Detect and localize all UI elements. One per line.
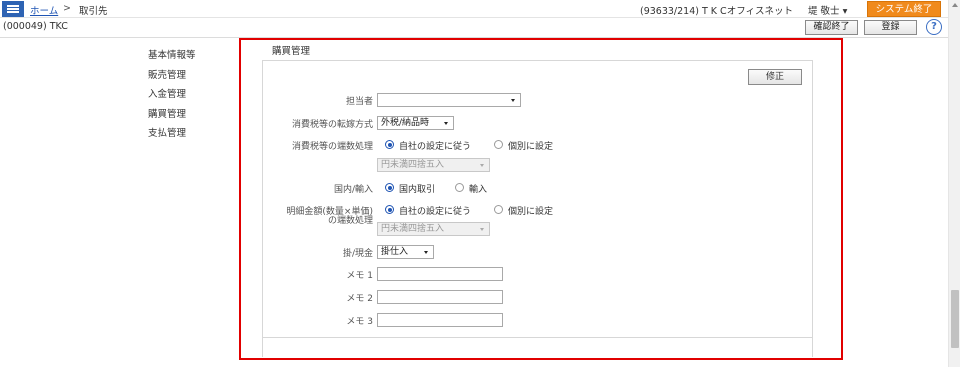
sidebar-item-receipts[interactable]: 入金管理 [148,86,196,106]
customer-code: (000049) TKC [3,21,68,32]
confirm-close-button[interactable]: 確認終了 [805,20,858,35]
highlight-frame [239,38,843,360]
sidebar-item-purchasing[interactable]: 購買管理 [148,106,196,126]
scroll-up-arrow-icon[interactable] [952,3,958,7]
top-bar: ホーム > 取引先 (93633/214) T K Cオフィスネット 堤 敬士 … [0,0,948,18]
user-name: 堤 敬士 [808,6,840,17]
breadcrumb-current: 取引先 [79,6,108,17]
sidebar-nav: 基本情報等 販売管理 入金管理 購買管理 支払管理 [148,47,196,145]
office-info: (93633/214) T K Cオフィスネット [640,6,794,17]
vertical-scrollbar[interactable] [948,0,960,367]
chevron-down-icon: ▾ [842,6,848,17]
sidebar-item-basic-info[interactable]: 基本情報等 [148,47,196,67]
breadcrumb-separator: > [63,3,71,14]
scroll-thumb[interactable] [951,290,959,348]
sub-header: (000049) TKC 確認終了 登録 ? [0,18,948,38]
register-button[interactable]: 登録 [864,20,917,35]
sidebar-item-sales[interactable]: 販売管理 [148,67,196,87]
breadcrumb-home-link[interactable]: ホーム [30,3,58,17]
system-exit-button[interactable]: システム終了 [867,1,941,17]
sidebar-item-payments[interactable]: 支払管理 [148,125,196,145]
hamburger-menu-icon[interactable] [2,1,24,17]
user-menu[interactable]: 堤 敬士 ▾ [808,3,847,17]
help-icon[interactable]: ? [926,19,942,35]
